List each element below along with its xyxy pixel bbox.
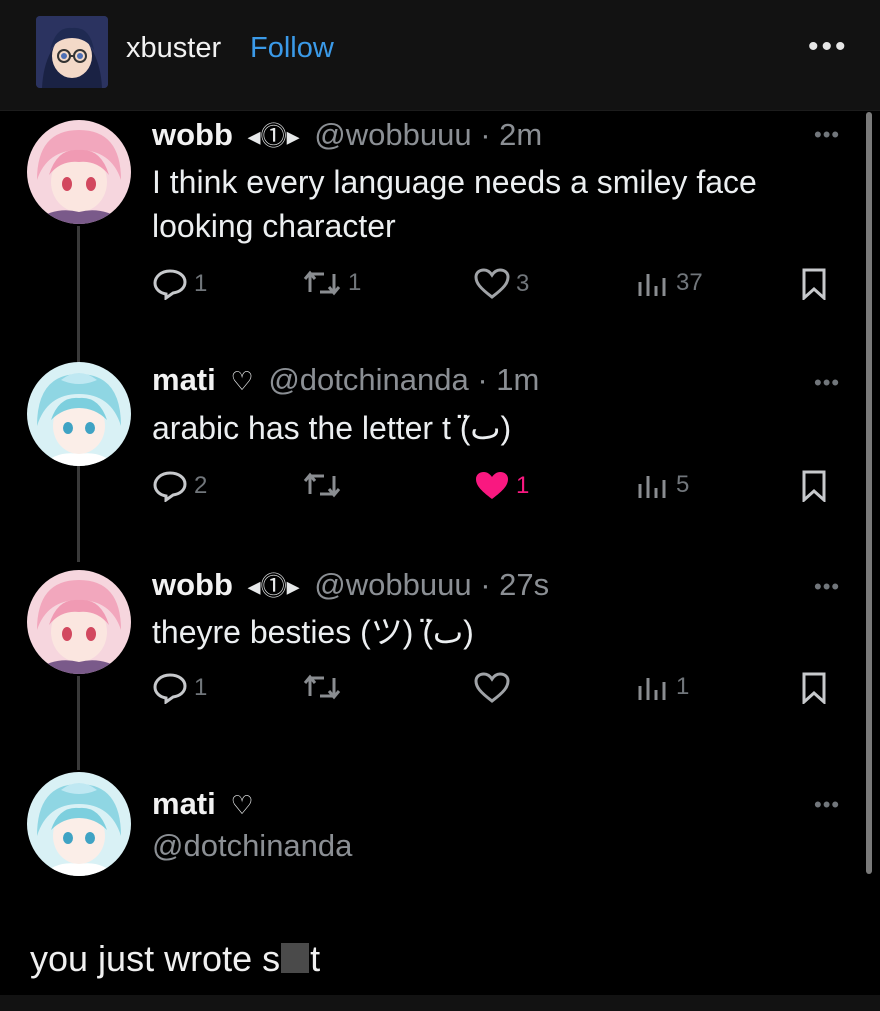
bookmark-button[interactable] bbox=[800, 470, 828, 502]
tweet-text: arabic has the letter t (ٮ̈) bbox=[152, 410, 512, 446]
thread-line bbox=[77, 466, 80, 562]
views-button[interactable]: 37 bbox=[636, 268, 703, 298]
views-button[interactable]: 5 bbox=[636, 470, 689, 500]
avatar[interactable] bbox=[27, 362, 131, 466]
display-name[interactable]: mati bbox=[152, 362, 216, 397]
heart-badge-icon: ♡ bbox=[230, 366, 254, 396]
bookmark-icon bbox=[802, 268, 826, 300]
retweet-icon bbox=[303, 472, 341, 498]
tweet-header: mati ♡ bbox=[152, 786, 260, 822]
reply-count: 1 bbox=[194, 270, 208, 297]
view-count: 1 bbox=[676, 673, 690, 700]
tweet-header: mati ♡ @dotchinanda · 1m bbox=[152, 362, 539, 398]
action-bar: 1 1 bbox=[152, 672, 842, 712]
follow-button[interactable]: Follow bbox=[250, 32, 334, 65]
more-options-icon[interactable]: ••• bbox=[814, 370, 840, 396]
timestamp[interactable]: · 2m bbox=[480, 117, 542, 152]
timestamp[interactable]: · 27s bbox=[480, 567, 549, 602]
like-count: 3 bbox=[516, 270, 530, 297]
reply-icon bbox=[153, 269, 187, 300]
reply-icon bbox=[153, 471, 187, 502]
views-icon bbox=[638, 274, 666, 296]
badge-icon: ◂⓵▸ bbox=[247, 121, 300, 151]
retweet-button[interactable]: 1 bbox=[302, 268, 361, 298]
username[interactable]: xbuster bbox=[126, 32, 221, 65]
more-options-icon[interactable]: ••• bbox=[814, 574, 840, 600]
display-name[interactable]: wobb bbox=[152, 567, 233, 602]
retweet-button[interactable] bbox=[302, 672, 348, 702]
retweet-button[interactable] bbox=[302, 470, 348, 500]
handle[interactable]: @wobbuuu bbox=[314, 117, 471, 152]
thread-line bbox=[77, 676, 80, 770]
view-count: 5 bbox=[676, 471, 690, 498]
handle[interactable]: @dotchinanda bbox=[268, 362, 468, 397]
display-name[interactable]: mati bbox=[152, 786, 216, 821]
thread-line bbox=[77, 226, 80, 366]
reply-text: you just wrote s t bbox=[30, 938, 320, 980]
retweet-icon bbox=[303, 270, 341, 296]
badge-icon: ◂⓵▸ bbox=[247, 571, 300, 601]
display-name[interactable]: wobb bbox=[152, 117, 233, 152]
avatar[interactable] bbox=[36, 16, 108, 88]
reply-icon bbox=[153, 673, 187, 704]
views-button[interactable]: 1 bbox=[636, 672, 689, 702]
bookmark-button[interactable] bbox=[800, 672, 828, 704]
reply-text-end: t bbox=[310, 938, 321, 979]
views-icon bbox=[638, 678, 666, 700]
more-options-icon[interactable]: ••• bbox=[808, 30, 849, 64]
reply-text-start: you just wrote s bbox=[30, 938, 281, 979]
bookmark-button[interactable] bbox=[800, 268, 828, 300]
like-count: 1 bbox=[516, 472, 530, 499]
like-button[interactable]: 3 bbox=[474, 268, 529, 300]
heart-badge-icon: ♡ bbox=[230, 790, 254, 820]
tweet-header: wobb ◂⓵▸ @wobbuuu · 27s bbox=[152, 566, 549, 603]
tweet-text: I think every language needs a smiley fa… bbox=[152, 164, 757, 244]
tweet-text: theyre besties (ツ) (ٮ̈) bbox=[152, 614, 474, 650]
tweet-header: wobb ◂⓵▸ @wobbuuu · 2m bbox=[152, 116, 542, 153]
scrollbar[interactable] bbox=[866, 112, 872, 874]
heart-filled-icon bbox=[476, 472, 508, 499]
timestamp[interactable]: · 1m bbox=[477, 362, 539, 397]
view-count: 37 bbox=[676, 269, 703, 296]
handle[interactable]: @wobbuuu bbox=[314, 567, 471, 602]
avatar[interactable] bbox=[27, 120, 131, 224]
reply-count: 1 bbox=[194, 674, 208, 701]
like-button[interactable]: 1 bbox=[474, 470, 529, 502]
retweet-count: 1 bbox=[348, 269, 362, 296]
post-header: xbuster Follow ••• bbox=[0, 0, 880, 111]
reply-button[interactable]: 2 bbox=[152, 470, 207, 502]
heart-icon bbox=[474, 268, 510, 299]
tweet-header: @dotchinanda bbox=[152, 828, 352, 864]
bookmark-icon bbox=[802, 672, 826, 704]
reply-button[interactable]: 1 bbox=[152, 672, 207, 704]
retweet-icon bbox=[303, 674, 341, 700]
censor-block bbox=[281, 943, 310, 973]
bottom-bar bbox=[0, 995, 880, 1011]
views-icon bbox=[638, 476, 666, 498]
handle[interactable]: @dotchinanda bbox=[152, 828, 352, 863]
reply-count: 2 bbox=[194, 472, 208, 499]
more-options-icon[interactable]: ••• bbox=[814, 792, 840, 818]
bookmark-icon bbox=[802, 470, 826, 502]
action-bar: 1 1 3 37 bbox=[152, 268, 842, 308]
like-button[interactable] bbox=[474, 672, 516, 704]
avatar[interactable] bbox=[27, 772, 131, 876]
heart-icon bbox=[474, 672, 510, 703]
action-bar: 2 1 5 bbox=[152, 470, 842, 510]
more-options-icon[interactable]: ••• bbox=[814, 122, 840, 148]
avatar[interactable] bbox=[27, 570, 131, 674]
reply-button[interactable]: 1 bbox=[152, 268, 207, 300]
